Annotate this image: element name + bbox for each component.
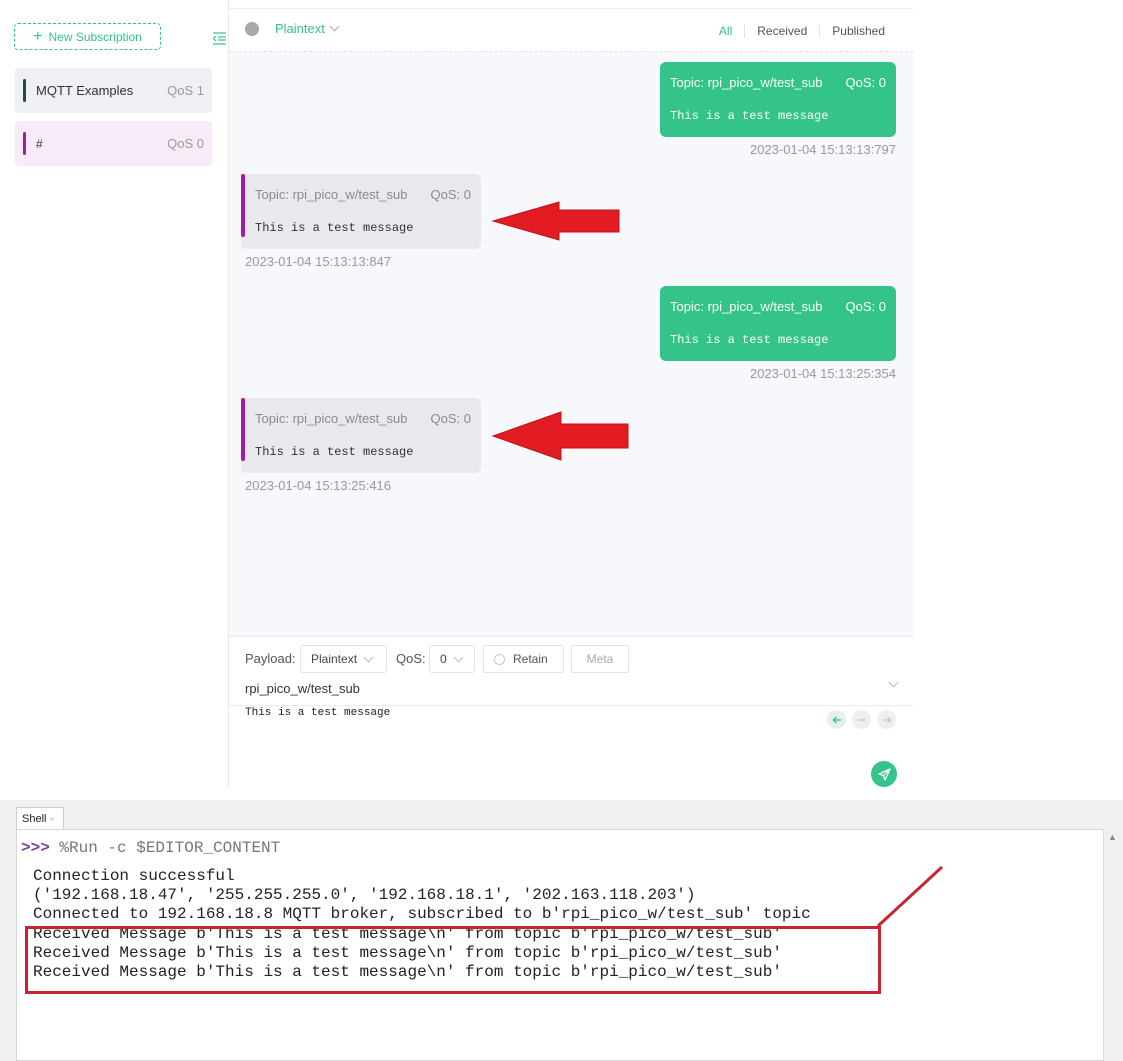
message-topic: Topic: rpi_pico_w/test_sub: [255, 187, 408, 202]
tab-all[interactable]: All: [707, 24, 744, 38]
meta-button[interactable]: Meta: [571, 645, 629, 673]
subscription-item-mqtt-examples[interactable]: MQTT Examples QoS 1: [15, 68, 212, 113]
subscription-item-wildcard[interactable]: # QoS 0: [15, 121, 212, 166]
send-icon: [877, 767, 891, 781]
message-timestamp: 2023-01-04 15:13:13:847: [245, 254, 392, 269]
message-qos: QoS: 0: [430, 411, 471, 426]
subscription-color-bar: [23, 132, 26, 155]
subscription-color-bar: [23, 79, 26, 102]
shell-command-line: >>> %Run -c $EDITOR_CONTENT: [21, 839, 280, 857]
annotation-arrow-icon: [491, 201, 620, 241]
chevron-down-icon: [453, 652, 464, 662]
message-payload: This is a test message: [255, 445, 414, 459]
subscription-qos: QoS 1: [167, 83, 204, 98]
tab-shell[interactable]: Shell ×: [16, 807, 64, 829]
new-subscription-button[interactable]: + New Subscription: [14, 23, 161, 50]
plus-icon: +: [33, 27, 43, 45]
shell-output-line: Connection successful: [33, 867, 235, 885]
new-subscription-label: New Subscription: [48, 29, 142, 44]
received-color-bar: [241, 398, 245, 461]
message-payload: This is a test message: [670, 333, 829, 347]
shell-command: %Run -c $EDITOR_CONTENT: [49, 839, 281, 857]
payload-format-select[interactable]: Plaintext: [275, 21, 340, 36]
message-filter-tabs: All Received Published: [707, 24, 897, 38]
vertical-scrollbar[interactable]: ▲: [1103, 829, 1121, 1061]
message-payload: This is a test message: [670, 109, 829, 123]
annotation-arrow-icon: [491, 411, 629, 461]
shell-prompt: >>>: [21, 839, 50, 857]
subscriptions-sidebar: + New Subscription MQTT Examples QoS 1 #…: [0, 0, 229, 788]
qos-value: 0: [440, 652, 447, 666]
chevron-down-icon: [363, 652, 374, 662]
message-qos: QoS: 0: [845, 75, 886, 90]
message-qos: QoS: 0: [430, 187, 471, 202]
message-topic: Topic: rpi_pico_w/test_sub: [670, 75, 823, 90]
connection-status-icon: [245, 22, 259, 36]
payload-editor[interactable]: This is a test message: [245, 707, 390, 719]
payload-label: Payload:: [245, 651, 296, 666]
send-button[interactable]: [871, 761, 897, 787]
message-toolbar: Plaintext All Received Published: [229, 8, 913, 52]
minus-icon: [858, 718, 865, 721]
shell-output-line: Connected to 192.168.18.8 MQTT broker, s…: [33, 905, 811, 923]
subscription-topic: #: [36, 136, 43, 151]
retain-label: Retain: [513, 652, 548, 666]
tab-received[interactable]: Received: [744, 24, 819, 38]
chevron-down-icon[interactable]: [888, 677, 899, 688]
message-timestamp: 2023-01-04 15:13:13:797: [749, 142, 896, 157]
radio-icon: [494, 653, 505, 665]
payload-format-dropdown[interactable]: Plaintext: [300, 645, 387, 673]
subscription-topic: MQTT Examples: [36, 83, 134, 98]
annotation-line-icon: [876, 865, 944, 928]
scroll-up-icon[interactable]: ▲: [1107, 832, 1118, 843]
tab-published[interactable]: Published: [819, 24, 897, 38]
highlight-box: [25, 926, 881, 994]
payload-format-value: Plaintext: [311, 652, 358, 666]
subscription-qos: QoS 0: [167, 136, 204, 151]
connection-main-panel: Plaintext All Received Published Topic: …: [229, 0, 913, 788]
published-message[interactable]: Topic: rpi_pico_w/test_sub QoS: 0 This i…: [660, 62, 896, 137]
topic-input[interactable]: rpi_pico_w/test_sub: [245, 681, 885, 696]
message-composer: Payload: Plaintext QoS: 0 Retain Meta rp…: [229, 636, 913, 788]
message-qos: QoS: 0: [845, 299, 886, 314]
message-timestamp: 2023-01-04 15:13:25:354: [749, 366, 896, 381]
received-color-bar: [241, 174, 245, 237]
clear-history-button[interactable]: [852, 710, 871, 729]
message-payload: This is a test message: [255, 221, 414, 235]
message-topic: Topic: rpi_pico_w/test_sub: [670, 299, 823, 314]
arrow-left-icon: [832, 716, 841, 723]
message-topic: Topic: rpi_pico_w/test_sub: [255, 411, 408, 426]
close-icon[interactable]: ×: [49, 814, 54, 824]
qos-dropdown[interactable]: 0: [429, 645, 475, 673]
payload-format-value: Plaintext: [275, 21, 325, 36]
published-message[interactable]: Topic: rpi_pico_w/test_sub QoS: 0 This i…: [660, 286, 896, 361]
chevron-down-icon: [329, 21, 340, 32]
collapse-sidebar-icon[interactable]: [212, 31, 228, 47]
shell-output-line: ('192.168.18.47', '255.255.255.0', '192.…: [33, 886, 696, 904]
shell-tab-label: Shell: [22, 812, 47, 825]
retain-checkbox[interactable]: Retain: [483, 645, 564, 673]
next-message-button[interactable]: [877, 710, 896, 729]
arrow-right-icon: [882, 716, 891, 723]
mqttx-window: + New Subscription MQTT Examples QoS 1 #…: [0, 0, 913, 788]
previous-message-button[interactable]: [827, 710, 846, 729]
message-timestamp: 2023-01-04 15:13:25:416: [245, 478, 392, 493]
message-list: Topic: rpi_pico_w/test_sub QoS: 0 This i…: [229, 52, 913, 636]
received-message[interactable]: Topic: rpi_pico_w/test_sub QoS: 0 This i…: [241, 398, 481, 473]
received-message[interactable]: Topic: rpi_pico_w/test_sub QoS: 0 This i…: [241, 174, 481, 249]
divider: [229, 705, 913, 706]
qos-label: QoS:: [396, 651, 426, 666]
